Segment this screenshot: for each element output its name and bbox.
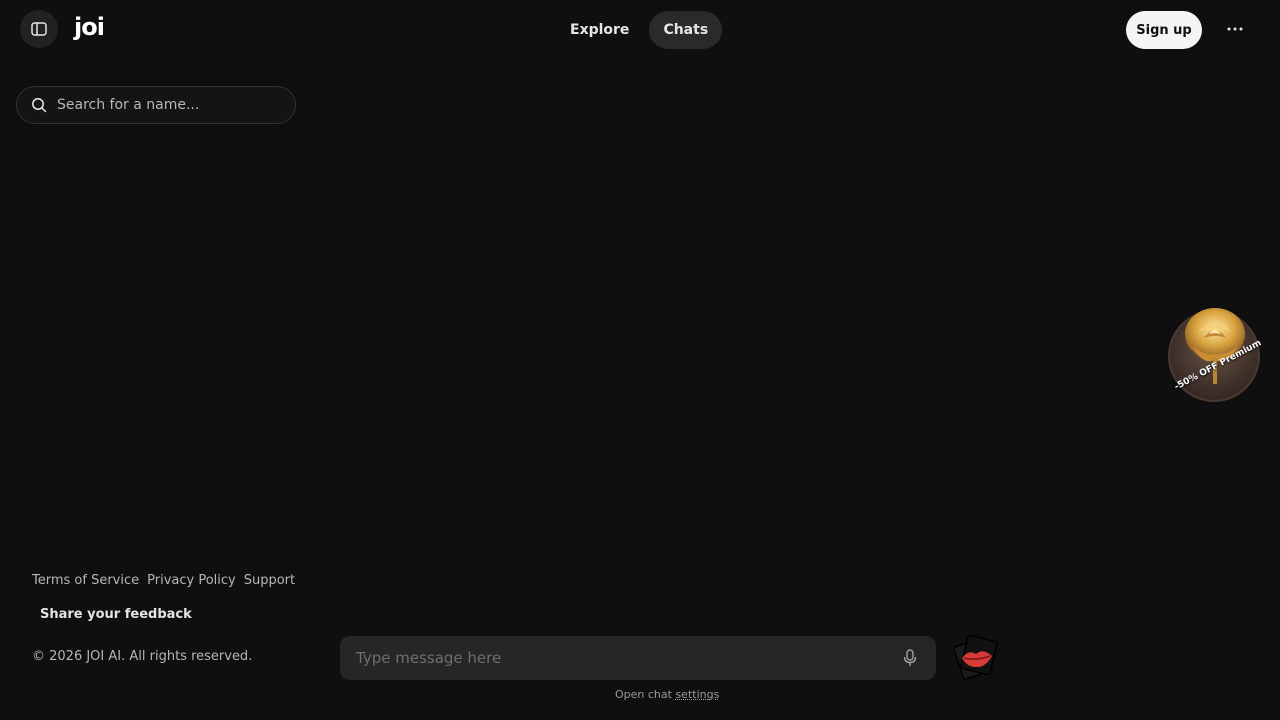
support-link[interactable]: Support — [244, 573, 295, 588]
message-composer — [340, 636, 936, 680]
kiss-cards-button[interactable] — [952, 634, 1000, 680]
joi-logo[interactable]: joi — [74, 13, 105, 41]
tab-explore[interactable]: Explore — [556, 11, 643, 49]
sidebar-toggle-button[interactable] — [20, 10, 58, 48]
premium-promo-badge[interactable]: -50% OFF Premium — [1168, 304, 1263, 402]
feedback-link[interactable]: Share your feedback — [40, 607, 192, 622]
mic-button[interactable] — [900, 648, 920, 668]
main-nav: Explore Chats — [556, 11, 723, 49]
privacy-link[interactable]: Privacy Policy — [147, 573, 236, 588]
search-box — [16, 86, 296, 124]
kiss-lips-icon — [953, 634, 998, 680]
microphone-icon — [903, 649, 917, 666]
sign-up-button[interactable]: Sign up — [1126, 11, 1202, 49]
copyright-text: © 2026 JOI AI. All rights reserved. — [32, 649, 253, 664]
search-input[interactable] — [57, 97, 277, 113]
more-horizontal-icon — [1227, 27, 1243, 31]
message-input[interactable] — [356, 649, 900, 667]
chat-settings-hint: Open chat settings — [615, 688, 719, 701]
more-menu-button[interactable] — [1220, 14, 1250, 44]
tab-chats[interactable]: Chats — [649, 11, 723, 49]
terms-link[interactable]: Terms of Service — [32, 573, 139, 588]
footer-links: Terms of Service Privacy Policy Support — [32, 573, 295, 588]
search-icon — [32, 98, 47, 113]
sidebar-panel-icon — [31, 22, 47, 36]
chat-settings-link[interactable]: settings — [675, 688, 719, 701]
chat-settings-prefix: Open chat — [615, 688, 672, 701]
